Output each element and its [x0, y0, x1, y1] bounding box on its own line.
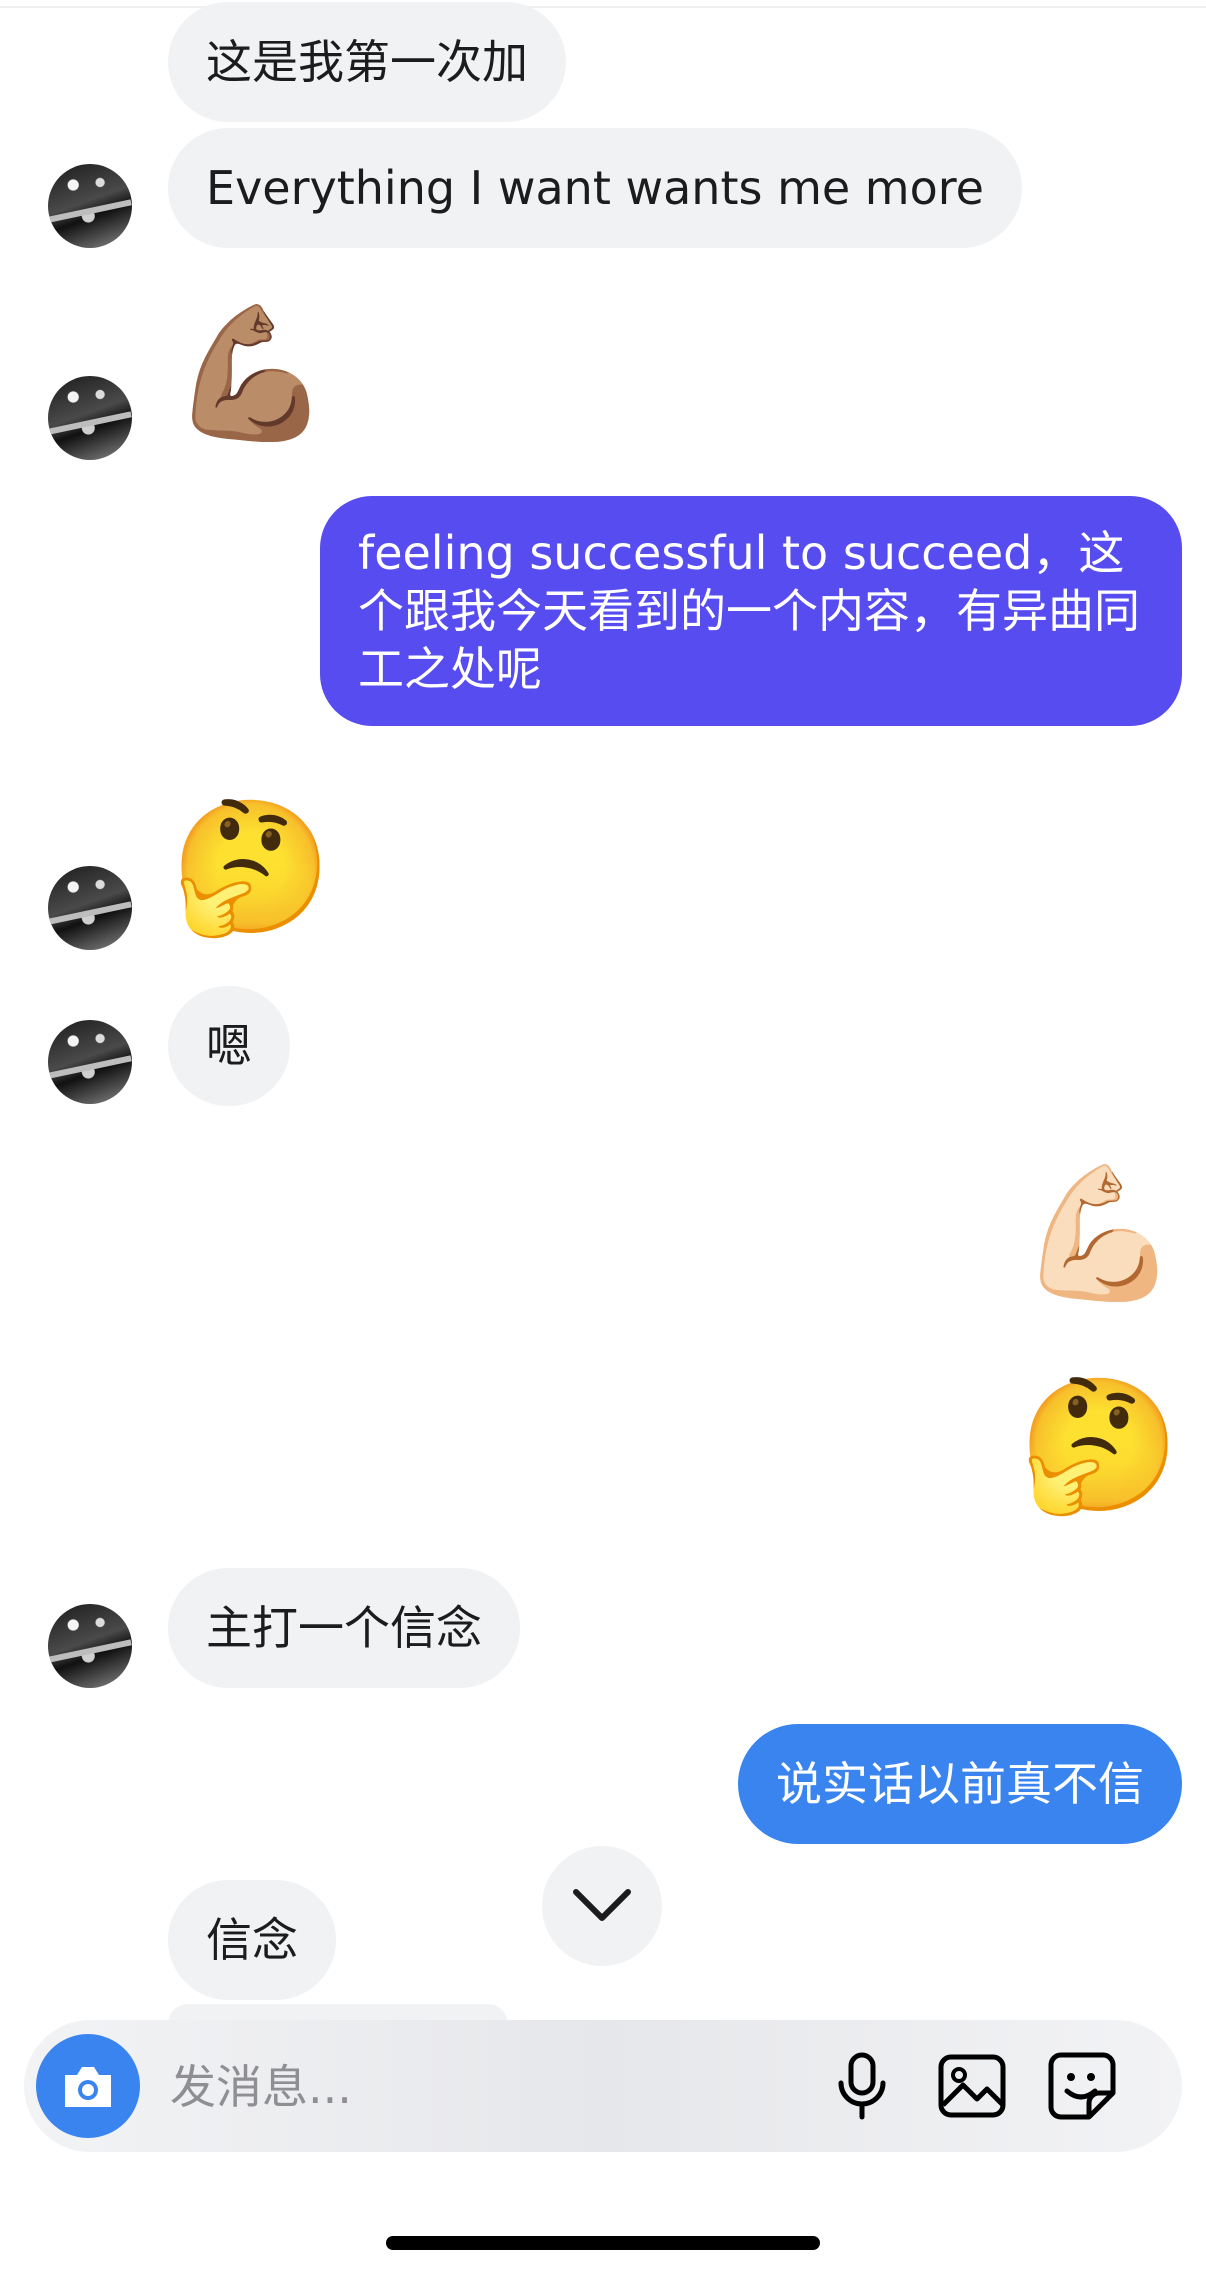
message-input[interactable] [170, 2052, 790, 2122]
incoming-message-bubble[interactable]: 信念 [168, 1880, 336, 2000]
contact-avatar[interactable] [48, 164, 132, 248]
microphone-icon [838, 2052, 886, 2120]
incoming-message-bubble[interactable]: Everything I want wants me more [168, 128, 1022, 248]
scroll-to-bottom-button[interactable] [542, 1846, 662, 1966]
message-composer [24, 2020, 1182, 2152]
top-divider [0, 0, 1206, 8]
incoming-message-bubble[interactable]: 这是我第一次加 [168, 2, 566, 122]
thinking-face-emoji[interactable]: 🤔 [170, 792, 332, 942]
thinking-face-emoji[interactable]: 🤔 [1018, 1370, 1180, 1520]
flexed-biceps-emoji[interactable]: 💪🏽 [170, 298, 332, 448]
microphone-button[interactable] [824, 2048, 900, 2124]
contact-avatar[interactable] [48, 1020, 132, 1104]
sticker-button[interactable] [1044, 2048, 1120, 2124]
contact-avatar[interactable] [48, 866, 132, 950]
home-indicator [386, 2236, 820, 2250]
camera-icon [65, 2067, 111, 2107]
contact-avatar[interactable] [48, 376, 132, 460]
chevron-down-icon [573, 1889, 631, 1921]
incoming-message-bubble[interactable]: 主打一个信念 [168, 1568, 520, 1688]
outgoing-message-bubble[interactable]: 说实话以前真不信 [738, 1724, 1182, 1844]
image-icon [938, 2054, 1006, 2118]
sticker-icon [1048, 2052, 1116, 2120]
camera-button[interactable] [36, 2034, 140, 2138]
image-button[interactable] [934, 2048, 1010, 2124]
flexed-biceps-emoji[interactable]: 💪🏻 [1018, 1158, 1180, 1308]
chat-screen: 这是我第一次加 Everything I want wants me more … [0, 0, 1206, 2275]
outgoing-message-bubble[interactable]: feeling successful to succeed，这个跟我今天看到的一… [320, 496, 1182, 726]
incoming-message-bubble[interactable]: 嗯 [168, 986, 290, 1106]
contact-avatar[interactable] [48, 1604, 132, 1688]
